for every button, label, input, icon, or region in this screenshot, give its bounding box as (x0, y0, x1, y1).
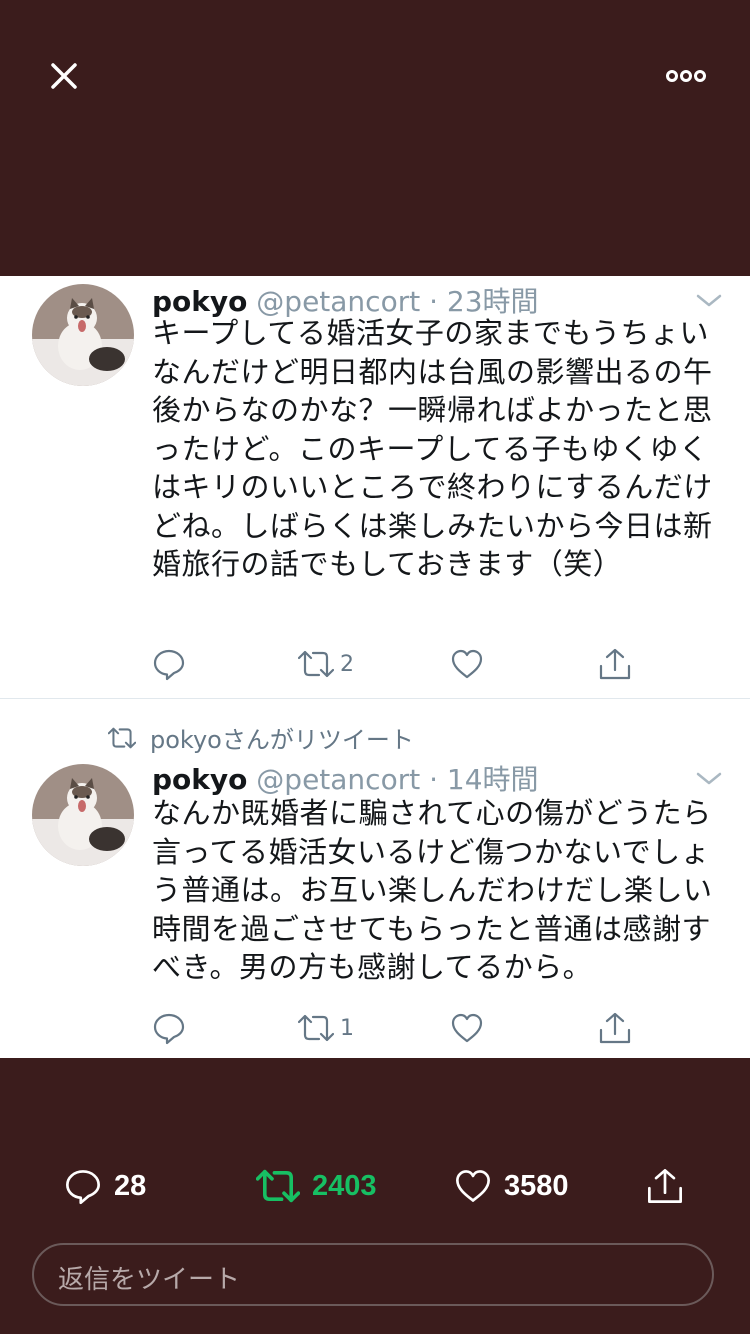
heart-icon (451, 1013, 483, 1043)
tweet[interactable]: pokyo @petancort · 23時間 キープしてる婚活女子の家までもう… (0, 276, 750, 698)
retweet-context: pokyoさんがリツイート (108, 720, 414, 755)
reply-button[interactable] (152, 644, 186, 684)
more-options-icon (666, 70, 706, 82)
retweet-icon (298, 1014, 334, 1042)
share-icon (648, 1169, 682, 1203)
chevron-down-icon (696, 294, 722, 307)
reply-placeholder: 返信をツイート (58, 1265, 241, 1295)
chevron-down-icon (696, 772, 722, 785)
like-button[interactable] (450, 644, 484, 684)
avatar[interactable] (32, 764, 134, 866)
share-button[interactable] (598, 644, 632, 684)
retweet-button[interactable]: 2403 (256, 1164, 377, 1208)
like-count: 3580 (504, 1169, 569, 1202)
tweet-header: pokyo @petancort · 14時間 (152, 758, 539, 798)
close-icon (51, 63, 77, 89)
retweet-icon (256, 1169, 300, 1203)
heart-icon (456, 1170, 490, 1202)
retweet-context-text[interactable]: pokyoさんがリツイート (150, 720, 414, 755)
reply-count: 28 (114, 1169, 147, 1202)
avatar[interactable] (32, 284, 134, 386)
tweet-text: なんか既婚者に騙されて心の傷がどうたら言ってる婚活女いるけど傷つかないでしょう普… (152, 796, 713, 984)
reply-button[interactable]: 28 (64, 1164, 146, 1208)
reply-button[interactable] (152, 1008, 186, 1048)
reply-icon (66, 1170, 100, 1205)
reply-icon (153, 1013, 185, 1045)
share-button[interactable] (646, 1164, 684, 1208)
more-options-button[interactable] (662, 60, 710, 92)
user-handle[interactable]: @petancort (256, 763, 420, 796)
tweet-divider (0, 698, 750, 699)
top-bar (0, 0, 750, 276)
like-button[interactable]: 3580 (454, 1164, 569, 1208)
tweet-menu-button[interactable] (694, 290, 724, 310)
tweet-text: キープしてる婚活女子の家までもうちょいなんだけど明日都内は台風の影響出るの午後か… (152, 316, 713, 581)
thread-card: pokyo @petancort · 23時間 キープしてる婚活女子の家までもう… (0, 276, 750, 1058)
share-icon (599, 648, 631, 680)
like-button[interactable] (450, 1008, 484, 1048)
reply-icon (153, 649, 185, 681)
tweet[interactable]: pokyo @petancort · 14時間 なんか既婚者に騙されて心の傷がど… (0, 754, 750, 1058)
retweet-count: 2403 (312, 1169, 377, 1202)
cat-avatar-image (32, 284, 134, 386)
retweet-icon (298, 650, 334, 678)
retweet-count: 2 (340, 651, 354, 677)
tweet-menu-button[interactable] (694, 768, 724, 788)
display-name[interactable]: pokyo (152, 763, 247, 796)
timestamp[interactable]: 14時間 (447, 763, 539, 796)
cat-avatar-image (32, 764, 134, 866)
heart-icon (451, 649, 483, 679)
close-button[interactable] (44, 56, 84, 96)
share-icon (599, 1012, 631, 1044)
retweet-count: 1 (340, 1015, 354, 1041)
retweet-button[interactable]: 1 (298, 1008, 354, 1048)
share-button[interactable] (598, 1008, 632, 1048)
reply-input[interactable]: 返信をツイート (32, 1243, 714, 1306)
separator-dot: · (429, 763, 439, 796)
bottom-action-bar: 28 2403 3580 (0, 1150, 750, 1220)
retweet-icon (108, 727, 136, 748)
retweet-button[interactable]: 2 (298, 644, 354, 684)
